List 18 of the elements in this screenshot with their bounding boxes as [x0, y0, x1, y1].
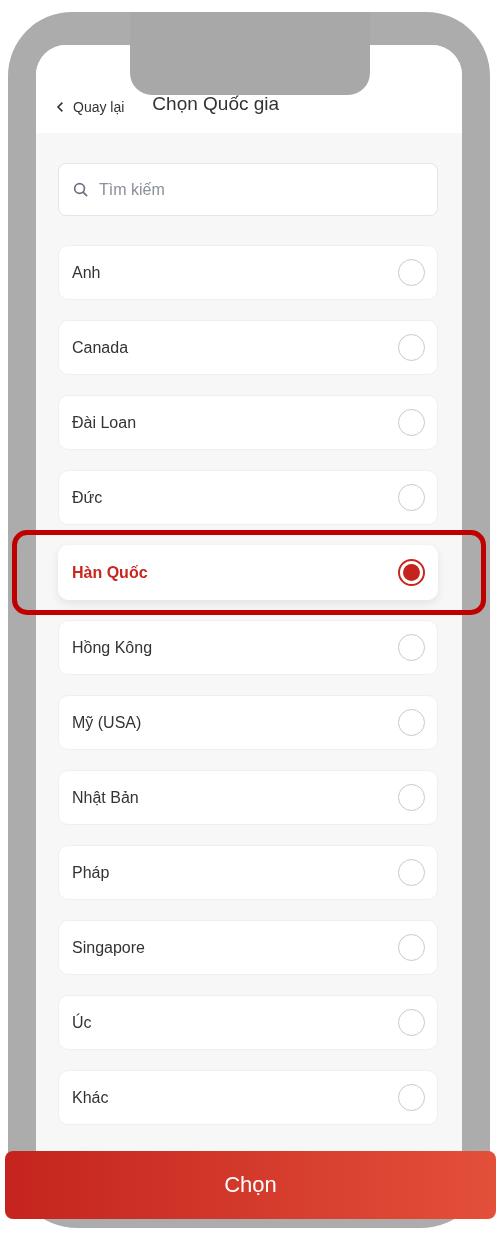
- country-option[interactable]: Canada: [58, 320, 438, 375]
- country-option[interactable]: Mỹ (USA): [58, 695, 438, 750]
- search-field[interactable]: Tìm kiếm: [58, 163, 438, 216]
- country-option[interactable]: Singapore: [58, 920, 438, 975]
- country-option[interactable]: Hồng Kông: [58, 620, 438, 675]
- country-option[interactable]: Khác: [58, 1070, 438, 1125]
- radio-button[interactable]: [398, 559, 425, 586]
- country-option[interactable]: Đài Loan: [58, 395, 438, 450]
- back-button[interactable]: Quay lại: [56, 99, 125, 115]
- country-option[interactable]: Anh: [58, 245, 438, 300]
- country-option[interactable]: Pháp: [58, 845, 438, 900]
- confirm-button[interactable]: Chọn: [5, 1151, 496, 1219]
- country-option[interactable]: Hàn Quốc: [58, 545, 438, 600]
- screen-title: Chọn Quốc gia: [152, 93, 280, 115]
- country-option[interactable]: Úc: [58, 995, 438, 1050]
- country-option[interactable]: Đức: [58, 470, 438, 525]
- country-option[interactable]: Nhật Bản: [58, 770, 438, 825]
- back-chevron-icon: [56, 101, 64, 113]
